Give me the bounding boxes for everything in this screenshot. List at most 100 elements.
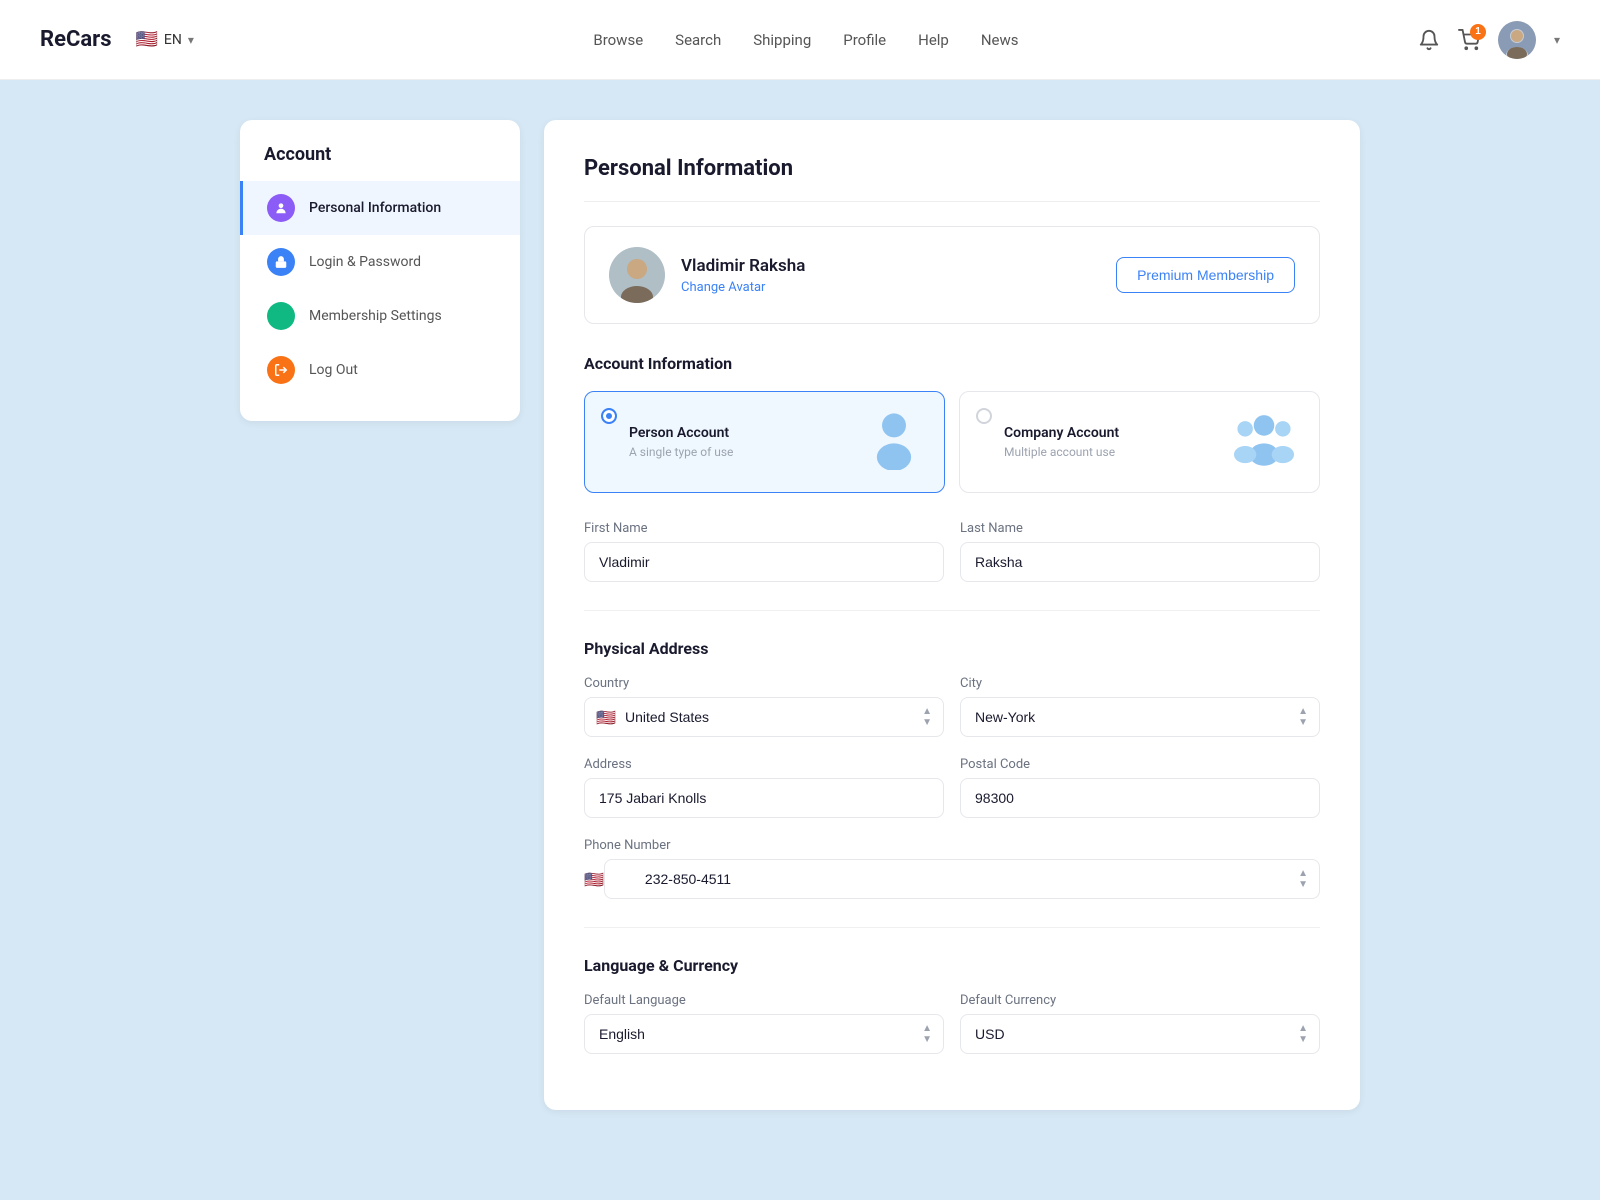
account-info-section-title: Account Information (584, 354, 1320, 373)
first-name-label: First Name (584, 521, 944, 536)
nav-actions: 1 ▾ (1418, 21, 1560, 59)
currency-select[interactable]: USD (960, 1014, 1320, 1054)
company-account-name: Company Account (1004, 425, 1119, 441)
last-name-group: Last Name (960, 521, 1320, 582)
address-postal-row: Address Postal Code (584, 757, 1320, 818)
company-account-desc: Multiple account use (1004, 445, 1119, 459)
person-account-card[interactable]: Person Account A single type of use (584, 391, 945, 493)
navbar: ReCars 🇺🇸 EN ▾ Browse Search Shipping Pr… (0, 0, 1600, 80)
company-account-card[interactable]: Company Account Multiple account use (959, 391, 1320, 493)
city-group: City New-York ▲▼ (960, 676, 1320, 737)
postal-input[interactable] (960, 778, 1320, 818)
notification-button[interactable] (1418, 29, 1440, 51)
premium-membership-button[interactable]: Premium Membership (1116, 257, 1295, 293)
language-group: Default Language English ▲▼ (584, 993, 944, 1054)
sidebar-title: Account (240, 144, 520, 181)
country-group: Country 🇺🇸 United States ▲▼ (584, 676, 944, 737)
phone-input-wrapper: 🇺🇸 ▲▼ (584, 859, 1320, 899)
profile-card: Vladimir Raksha Change Avatar Premium Me… (584, 226, 1320, 324)
avatar-image (609, 247, 665, 303)
physical-address-section-title: Physical Address (584, 639, 1320, 658)
currency-label: Default Currency (960, 993, 1320, 1008)
first-name-input[interactable] (584, 542, 944, 582)
main-container: Account Personal Information Login & Pas… (200, 120, 1400, 1110)
company-account-text: Company Account Multiple account use (980, 425, 1119, 459)
sidebar-item-logout[interactable]: Log Out (240, 343, 520, 397)
flag-icon: 🇺🇸 (136, 29, 158, 50)
lang-label: EN (164, 32, 182, 48)
city-label: City (960, 676, 1320, 691)
login-icon (267, 248, 295, 276)
address-label: Address (584, 757, 944, 772)
nav-shipping[interactable]: Shipping (753, 31, 811, 49)
cart-badge: 1 (1470, 24, 1486, 40)
phone-flag: 🇺🇸 (584, 870, 604, 889)
profile-name: Vladimir Raksha (681, 256, 805, 276)
company-illustration (1229, 410, 1299, 474)
language-select[interactable]: English (584, 1014, 944, 1054)
address-input[interactable] (584, 778, 944, 818)
nav-profile[interactable]: Profile (843, 31, 886, 49)
user-avatar[interactable] (1498, 21, 1536, 59)
currency-select-wrapper: USD ▲▼ (960, 1014, 1320, 1054)
last-name-label: Last Name (960, 521, 1320, 536)
logout-icon (267, 356, 295, 384)
city-select[interactable]: New-York (960, 697, 1320, 737)
profile-text: Vladimir Raksha Change Avatar (681, 256, 805, 295)
language-select-wrapper: English ▲▼ (584, 1014, 944, 1054)
nav-help[interactable]: Help (918, 31, 949, 49)
company-account-radio (976, 408, 992, 424)
nav-news[interactable]: News (981, 31, 1019, 49)
sidebar-item-personal[interactable]: Personal Information (240, 181, 520, 235)
phone-input[interactable] (604, 859, 1320, 899)
person-account-text: Person Account A single type of use (605, 425, 733, 459)
phone-label: Phone Number (584, 838, 1320, 853)
avatar-image (1498, 21, 1536, 59)
sidebar-item-login[interactable]: Login & Password (240, 235, 520, 289)
sidebar-item-membership[interactable]: Membership Settings (240, 289, 520, 343)
chevron-down-icon: ▾ (188, 33, 194, 47)
cart-button[interactable]: 1 (1458, 29, 1480, 51)
content-area: Personal Information Vladimir Raksha Cha… (544, 120, 1360, 1110)
bell-icon (1418, 29, 1440, 51)
sidebar: Account Personal Information Login & Pas… (240, 120, 520, 421)
personal-info-icon (267, 194, 295, 222)
person-illustration (864, 410, 924, 474)
postal-label: Postal Code (960, 757, 1320, 772)
lang-currency-row: Default Language English ▲▼ Default Curr… (584, 993, 1320, 1054)
address-group: Address (584, 757, 944, 818)
country-label: Country (584, 676, 944, 691)
brand-logo[interactable]: ReCars (40, 27, 112, 52)
first-name-group: First Name (584, 521, 944, 582)
last-name-input[interactable] (960, 542, 1320, 582)
name-fields-row: First Name Last Name (584, 521, 1320, 582)
sidebar-personal-label: Personal Information (309, 200, 441, 216)
profile-avatar (609, 247, 665, 303)
person-account-radio (601, 408, 617, 424)
section-divider-1 (584, 610, 1320, 611)
language-label: Default Language (584, 993, 944, 1008)
city-select-wrapper: New-York ▲▼ (960, 697, 1320, 737)
section-divider-2 (584, 927, 1320, 928)
user-menu-chevron[interactable]: ▾ (1554, 33, 1560, 47)
currency-group: Default Currency USD ▲▼ (960, 993, 1320, 1054)
sidebar-logout-label: Log Out (309, 362, 358, 378)
person-account-desc: A single type of use (629, 445, 733, 459)
country-select[interactable]: United States (584, 697, 944, 737)
membership-icon (267, 302, 295, 330)
language-selector[interactable]: 🇺🇸 EN ▾ (136, 29, 194, 50)
country-city-row: Country 🇺🇸 United States ▲▼ City New-Yor… (584, 676, 1320, 737)
account-type-grid: Person Account A single type of use Comp… (584, 391, 1320, 493)
lang-currency-section-title: Language & Currency (584, 956, 1320, 975)
person-account-name: Person Account (629, 425, 733, 441)
sidebar-membership-label: Membership Settings (309, 308, 442, 324)
page-title: Personal Information (584, 156, 1320, 202)
profile-info: Vladimir Raksha Change Avatar (609, 247, 805, 303)
sidebar-login-label: Login & Password (309, 254, 421, 270)
nav-links: Browse Search Shipping Profile Help News (593, 31, 1018, 49)
postal-group: Postal Code (960, 757, 1320, 818)
country-select-wrapper: 🇺🇸 United States ▲▼ (584, 697, 944, 737)
nav-browse[interactable]: Browse (593, 31, 643, 49)
change-avatar-link[interactable]: Change Avatar (681, 280, 805, 295)
nav-search[interactable]: Search (675, 31, 721, 49)
